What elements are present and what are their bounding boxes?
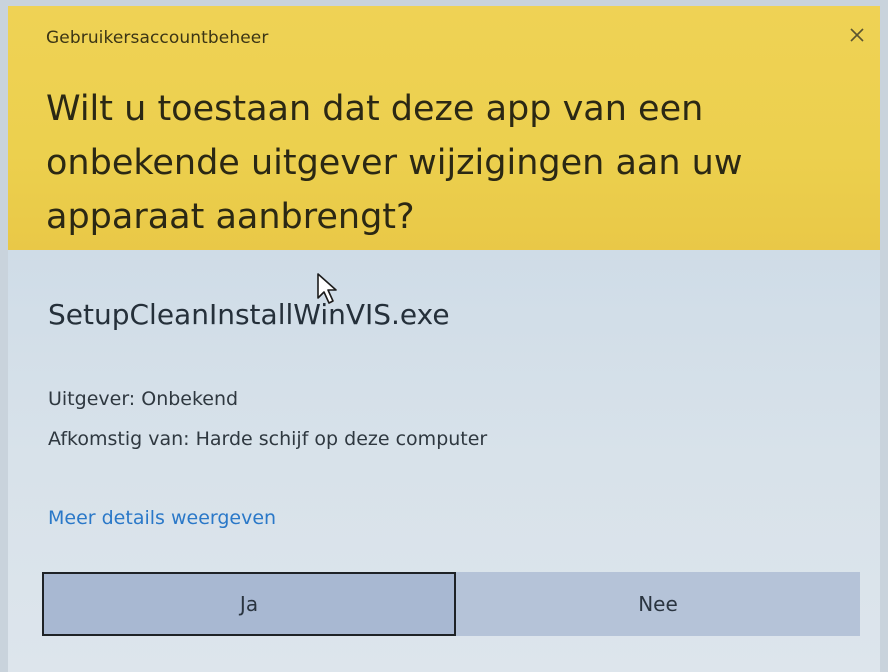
close-button[interactable] <box>842 20 872 50</box>
no-button[interactable]: Nee <box>456 572 860 636</box>
publisher-info: Uitgever: Onbekend <box>48 388 239 410</box>
uac-dialog: Gebruikersaccountbeheer Wilt u toestaan … <box>8 6 880 672</box>
program-row: SetupCleanInstallWinVIS.exe <box>48 298 450 346</box>
yes-button[interactable]: Ja <box>42 572 456 636</box>
more-details-link[interactable]: Meer details weergeven <box>48 507 276 529</box>
program-name: SetupCleanInstallWinVIS.exe <box>48 298 450 331</box>
window-title: Gebruikersaccountbeheer <box>46 28 269 48</box>
dialog-header: Gebruikersaccountbeheer Wilt u toestaan … <box>8 6 880 250</box>
mouse-pointer-icon <box>317 273 337 304</box>
origin-info: Afkomstig van: Harde schijf op deze comp… <box>48 428 488 450</box>
dialog-body: SetupCleanInstallWinVIS.exe Uitgever: On… <box>8 250 880 672</box>
close-icon <box>850 28 864 42</box>
no-button-label: Nee <box>638 592 678 616</box>
yes-button-label: Ja <box>239 592 259 616</box>
dialog-question: Wilt u toestaan dat deze app van een onb… <box>46 89 743 237</box>
